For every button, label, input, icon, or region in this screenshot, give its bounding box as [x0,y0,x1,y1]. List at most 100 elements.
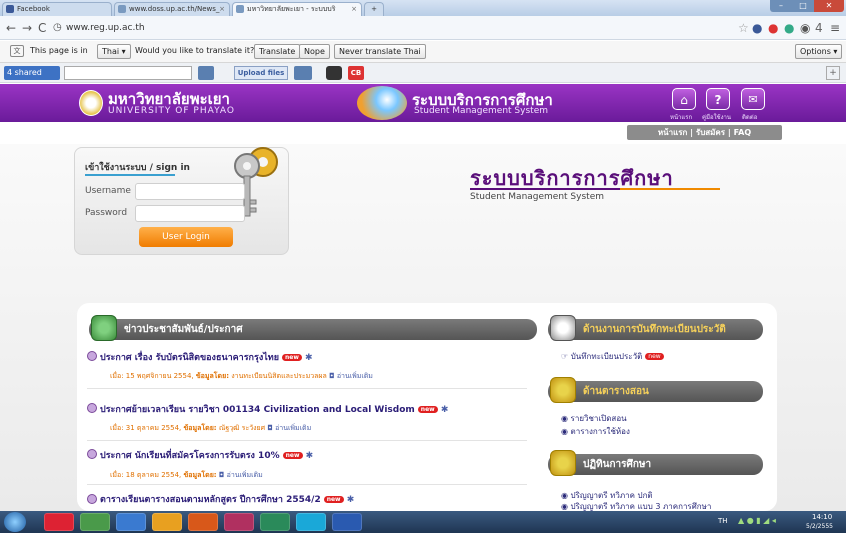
read-more-link[interactable]: ◘ อ่านเพิ่มเติม [267,424,311,432]
window-close-button[interactable]: ✕ [814,0,844,12]
nav-admission-link[interactable]: รับสมัคร [696,128,725,137]
home-link[interactable]: หน้าแรก [670,112,692,122]
close-icon[interactable]: × [351,3,357,15]
extension-icon[interactable]: ◉ [800,20,810,36]
room-schedule-link[interactable]: ◉ ตารางการใช้ห้อง [561,425,630,438]
new-badge: new [282,452,303,459]
pocket-icon[interactable]: ● [768,20,778,36]
navigation-bar: ← → C ◷ www.reg.up.ac.th ☆ ● ● ● ◉ 4 ≡ [0,16,846,40]
close-icon[interactable]: × [219,3,225,15]
login-title-underline [85,174,175,176]
registry-header-label: ด้านงานการบันทึกทะเบียนประวัติ [583,324,726,335]
news-title[interactable]: ประกาศย้ายเวลาเรียน รายวิชา 001134 Civil… [100,402,448,416]
taskbar-app-icon[interactable] [80,513,110,531]
student-illustration [357,86,407,120]
taskbar-app-icon[interactable] [44,513,74,531]
tab-label: มหาวิทยาลัยพะเยา - ระบบบริ [247,5,336,13]
home-icon[interactable]: ⌂ [672,88,696,110]
pencil-icon [550,377,576,403]
chrome-icon[interactable] [152,513,182,531]
extension-icon[interactable]: 4 [815,20,823,36]
nope-button[interactable]: Nope [299,44,330,59]
sub-navigation: หน้าแรก | รับสมัคร | FAQ [627,125,782,140]
extension-icon[interactable]: ● [784,20,794,36]
tab-reg[interactable]: มหาวิทยาลัยพะเยา - ระบบบริ × [232,2,362,16]
camera-icon[interactable] [326,66,342,80]
tray-icons[interactable]: ▲ ● ▮ ◢ ◂ [738,516,776,525]
shared-button[interactable]: 4 shared [4,66,60,80]
new-badge: new [645,353,664,360]
news-meta: เมื่อ: 15 พฤศจิกายน 2554, ข้อมูลโดย: งาน… [110,372,373,380]
nav-faq-link[interactable]: FAQ [734,128,752,137]
taskbar-app-icon[interactable] [224,513,254,531]
start-button[interactable] [4,512,26,532]
nav-home-link[interactable]: หน้าแรก [658,128,688,137]
globe-icon [236,5,244,13]
new-tab-button[interactable]: + [364,2,384,16]
language-indicator[interactable]: TH [718,517,728,525]
ie-icon[interactable] [116,513,146,531]
translate-button[interactable]: Translate [254,44,301,59]
skype-icon[interactable] [296,513,326,531]
upload-files-button[interactable]: Upload files [234,66,288,80]
firefox-icon[interactable] [188,513,218,531]
read-more-link[interactable]: ◘ อ่านเพิ่มเติม [219,471,263,479]
read-more-link[interactable]: ◘ อ่านเพิ่มเติม [329,372,373,380]
forward-arrow-icon[interactable]: → [22,20,32,36]
manual-link[interactable]: คู่มือใช้งาน [702,112,731,122]
toolbar-icon[interactable] [294,66,312,80]
toolbar-search-input[interactable] [64,66,192,80]
person-icon [87,351,97,361]
password-input[interactable] [135,205,245,222]
course-offering-link[interactable]: ◉ รายวิชาเปิดสอน [561,412,627,425]
back-arrow-icon[interactable]: ← [6,20,16,36]
taskbar-app-icon[interactable] [260,513,290,531]
calendar-header: ปฏิทินการศึกษา [548,450,763,476]
never-translate-button[interactable]: Never translate Thai [334,44,426,59]
cb-button[interactable]: CB [348,66,364,80]
translate-question: Would you like to translate it? [135,46,255,55]
contact-link[interactable]: ติดต่อ [742,112,757,122]
person-icon [87,494,97,504]
login-button[interactable]: User Login [139,227,233,247]
options-button[interactable]: Options ▾ [795,44,843,59]
translate-bar: 文 This page is in Thai ▾ Would you like … [0,41,846,63]
reload-icon[interactable]: C [38,20,46,36]
news-title[interactable]: ประกาศ เรื่อง รับบัตรนิสิตของธนาคารกรุงไ… [100,350,313,364]
toolbar-icon[interactable] [198,66,214,80]
news-title[interactable]: ประกาศ นักเรียนที่สมัครโครงการรับตรง 10%… [100,448,313,462]
clock-date: 5/2/2555 [806,523,833,530]
facebook-icon [6,5,14,13]
extension-icon[interactable]: ● [752,20,762,36]
university-logo [79,90,103,116]
address-bar[interactable]: www.reg.up.ac.th [66,19,726,37]
bookmark-star-icon[interactable]: ☆ [738,20,749,36]
mail-icon[interactable]: ✉ [741,88,765,110]
registry-link[interactable]: ☞ บันทึกทะเบียนประวัติ new [561,350,664,363]
megaphone-icon [91,315,117,341]
help-icon[interactable]: ? [706,88,730,110]
addon-toolbar: 4 shared Upload files CB + [0,63,846,83]
maximize-button[interactable]: □ [792,0,814,12]
pencil-icon [550,450,576,476]
globe-icon [118,5,126,13]
tab-facebook[interactable]: Facebook [2,2,112,16]
wrench-icon[interactable]: ≡ [830,20,840,36]
expand-icon[interactable]: + [826,66,840,80]
username-input[interactable] [135,183,245,200]
clock-time[interactable]: 14:10 [812,513,832,521]
news-header: ข่าวประชาสัมพันธ์/ประกาศ [89,315,537,341]
tab-doss[interactable]: www.doss.up.ac.th/News_ × [114,2,230,16]
divider [87,484,527,485]
news-header-label: ข่าวประชาสัมพันธ์/ประกาศ [124,324,243,335]
news-title[interactable]: ตารางเรียนตารางสอนตามหลักสูตร ปีการศึกษา… [100,492,354,506]
new-badge: new [281,354,302,361]
divider [87,440,527,441]
word-icon[interactable] [332,513,362,531]
minimize-button[interactable]: – [770,0,792,12]
url-text: www.reg.up.ac.th [66,23,145,33]
computer-icon [550,315,576,341]
main-subtitle: Student Management System [470,192,604,202]
registry-header: ด้านงานการบันทึกทะเบียนประวัติ [548,315,763,341]
language-select[interactable]: Thai ▾ [97,44,131,59]
